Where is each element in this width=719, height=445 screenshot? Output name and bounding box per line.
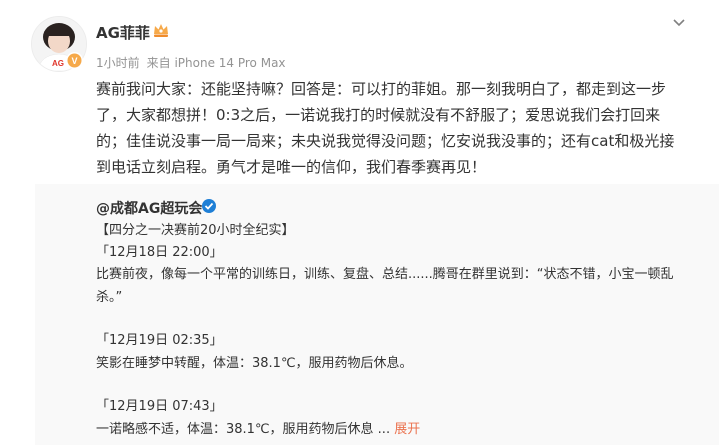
post-source: 来自 iPhone 14 Pro Max bbox=[146, 56, 286, 70]
post-meta: 1小时前 来自 iPhone 14 Pro Max bbox=[96, 54, 286, 71]
entry-time: 「12月19日 07:43」 bbox=[96, 399, 223, 414]
weibo-post: AG V AG菲菲 1小时前 来自 iPhone 14 Pro Max 赛前我问大… bbox=[0, 0, 719, 445]
entry-line: 杀。” bbox=[96, 290, 123, 305]
ellipsis: ... bbox=[373, 422, 395, 437]
vip-crown-icon[interactable] bbox=[152, 22, 170, 42]
repost-author[interactable]: @成都AG超玩会 bbox=[96, 198, 202, 218]
entry-line: 笑影在睡梦中转醒，体温：38.1℃，服用药物后休息。 bbox=[96, 356, 413, 371]
entry-line: 一诺略感不适，体温：38.1℃，服用药物后休息 bbox=[96, 422, 374, 437]
post-text-line: 到电话立刻启程。勇气才是唯一的信仰，我们春季赛再见！ bbox=[96, 158, 487, 176]
svg-text:AG: AG bbox=[52, 59, 64, 68]
chevron-down-icon[interactable] bbox=[672, 14, 686, 33]
svg-text:V: V bbox=[71, 56, 77, 66]
verified-badge-icon: V bbox=[66, 52, 83, 69]
blue-verified-icon bbox=[201, 198, 217, 218]
post-text: 赛前我问大家：还能坚持嘛？回答是：可以打的菲姐。那一刻我明白了，都走到这一步 了… bbox=[96, 76, 696, 180]
post-text-line: 的；佳佳说没事一局一局来；未央说我觉得没问题；忆安说我没事的；还有cat和极光接 bbox=[96, 132, 675, 150]
repost-card[interactable]: @成都AG超玩会 【四分之一决赛前20小时全纪实】 「12月18日 22:00」… bbox=[35, 184, 719, 445]
post-text-line: 了，大家都想拼！0:3之后，一诺说我打的时候就没有不舒服了；爱思说我们会打回来 bbox=[96, 106, 661, 124]
entry-time: 「12月19日 02:35」 bbox=[96, 333, 223, 348]
author-name[interactable]: AG菲菲 bbox=[96, 22, 150, 43]
entry-line: 比赛前夜，像每一个平常的训练日，训练、复盘、总结......腾哥在群里说到：“状… bbox=[96, 267, 674, 282]
expand-link[interactable]: 展开 bbox=[394, 422, 420, 437]
post-text-line: 赛前我问大家：还能坚持嘛？回答是：可以打的菲姐。那一刻我明白了，都走到这一步 bbox=[96, 80, 667, 98]
entry-line-truncated: 一诺略感不适，体温：38.1℃，服用药物后休息 ... 展开 bbox=[96, 418, 420, 437]
post-time[interactable]: 1小时前 bbox=[96, 56, 140, 70]
entry-time: 「12月18日 22:00」 bbox=[96, 245, 223, 260]
repost-headline: 【四分之一决赛前20小时全纪实】 bbox=[96, 223, 295, 238]
